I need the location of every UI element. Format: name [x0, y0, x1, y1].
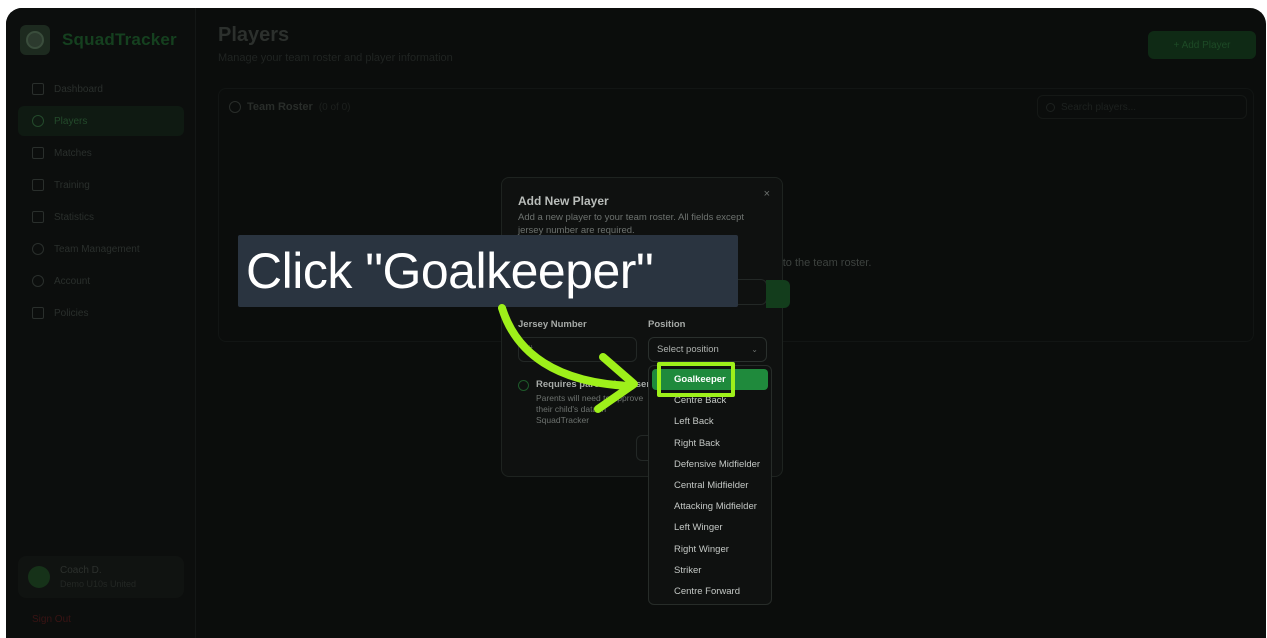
dialog-title: Add New Player — [518, 194, 609, 208]
parental-consent-toggle[interactable] — [518, 380, 529, 391]
users-icon — [229, 101, 241, 113]
app-root: SquadTracker Dashboard Players Matches T… — [6, 8, 1266, 638]
brand-name: SquadTracker — [62, 30, 177, 49]
sidebar-item-label: Dashboard — [54, 83, 103, 95]
sidebar-item-training[interactable]: Training — [18, 170, 184, 200]
sidebar-item-label: Policies — [54, 307, 89, 319]
close-icon[interactable]: × — [764, 188, 770, 200]
dialog-description: Add a new player to your team roster. Al… — [518, 212, 745, 236]
user-name: Coach D. — [60, 565, 102, 576]
sidebar-item-label: Statistics — [54, 211, 95, 223]
option-attacking-midfielder[interactable]: Attacking Midfielder — [652, 496, 768, 517]
add-player-button[interactable]: + Add Player — [1148, 31, 1256, 59]
sidebar-item-label: Team Management — [54, 243, 140, 255]
option-defensive-midfielder[interactable]: Defensive Midfielder — [652, 454, 768, 475]
submit-button[interactable] — [766, 280, 790, 308]
position-dropdown: Goalkeeper Centre Back Left Back Right B… — [648, 365, 772, 605]
instruction-callout: Click "Goalkeeper" — [238, 235, 738, 307]
parental-consent-description: Parents will need to approve their child… — [536, 393, 644, 425]
team-icon — [32, 243, 44, 255]
option-right-back[interactable]: Right Back — [652, 433, 768, 454]
search-icon — [1046, 102, 1055, 112]
sidebar-item-statistics[interactable]: Statistics — [18, 202, 184, 232]
user-card[interactable]: Coach D. Demo U10s United — [18, 556, 184, 598]
option-right-winger[interactable]: Right Winger — [652, 539, 768, 560]
option-centre-forward[interactable]: Centre Forward — [652, 581, 768, 602]
option-left-winger[interactable]: Left Winger — [652, 517, 768, 538]
option-left-back[interactable]: Left Back — [652, 411, 768, 432]
sidebar-item-team-management[interactable]: Team Management — [18, 234, 184, 264]
sidebar-nav: Dashboard Players Matches Training Stati… — [18, 74, 184, 330]
sidebar-item-label: Training — [54, 179, 90, 191]
sidebar-item-matches[interactable]: Matches — [18, 138, 184, 168]
empty-state-text: r to the team roster. — [776, 257, 872, 269]
roster-header: Team Roster (0 of 0) — [229, 101, 351, 113]
home-icon — [32, 83, 44, 95]
chevron-down-icon: ⌄ — [751, 345, 758, 354]
page-title: Players — [218, 24, 290, 46]
position-select[interactable]: Select position ⌄ — [648, 337, 767, 362]
soccer-ball-icon — [20, 25, 50, 55]
sign-out-button[interactable]: Sign Out — [32, 614, 71, 625]
sidebar-item-label: Matches — [54, 147, 92, 159]
sign-out-label: Sign Out — [32, 614, 71, 625]
app-window: SquadTracker Dashboard Players Matches T… — [6, 8, 1266, 638]
sidebar-item-players[interactable]: Players — [18, 106, 184, 136]
jersey-number-label: Jersey Number — [518, 319, 587, 330]
search-placeholder: Search players... — [1061, 101, 1137, 113]
roster-count: (0 of 0) — [318, 101, 351, 113]
option-central-midfielder[interactable]: Central Midfielder — [652, 475, 768, 496]
user-icon — [32, 275, 44, 287]
training-icon — [32, 179, 44, 191]
brand[interactable]: SquadTracker — [20, 25, 177, 55]
bar-chart-icon — [32, 211, 44, 223]
option-striker[interactable]: Striker — [652, 560, 768, 581]
sidebar-item-label: Account — [54, 275, 91, 287]
avatar — [28, 566, 50, 588]
search-input[interactable]: Search players... — [1037, 95, 1247, 119]
users-icon — [32, 115, 44, 127]
sidebar: SquadTracker Dashboard Players Matches T… — [6, 8, 196, 638]
jersey-number-field[interactable]: # — [518, 337, 637, 362]
document-icon — [32, 307, 44, 319]
roster-title: Team Roster — [247, 101, 313, 113]
sidebar-item-account[interactable]: Account — [18, 266, 184, 296]
sidebar-item-label: Players — [54, 115, 88, 127]
position-label: Position — [648, 319, 686, 330]
sidebar-item-policies[interactable]: Policies — [18, 298, 184, 328]
parental-consent-label: Requires parental consent — [536, 379, 656, 390]
page-subtitle: Manage your team roster and player infor… — [218, 52, 453, 64]
trophy-icon — [32, 147, 44, 159]
user-team: Demo U10s United — [60, 579, 137, 589]
sidebar-item-dashboard[interactable]: Dashboard — [18, 74, 184, 104]
highlight-box — [657, 362, 735, 397]
position-select-value: Select position — [657, 344, 719, 355]
